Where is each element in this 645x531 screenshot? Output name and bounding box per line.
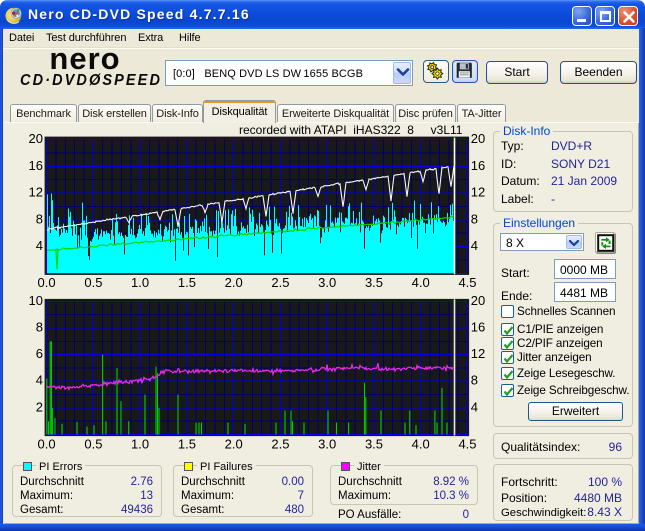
svg-text:12: 12 (29, 185, 43, 200)
svg-text:0.0: 0.0 (38, 275, 56, 290)
svg-text:8: 8 (36, 211, 43, 226)
svg-text:2.5: 2.5 (271, 275, 289, 290)
svg-text:16: 16 (29, 158, 43, 173)
svg-text:3.5: 3.5 (365, 437, 383, 452)
svg-text:16: 16 (471, 319, 485, 334)
svg-text:6: 6 (36, 346, 43, 361)
svg-text:4.5: 4.5 (458, 437, 476, 452)
svg-text:4: 4 (36, 238, 43, 253)
svg-text:2.5: 2.5 (271, 437, 289, 452)
svg-text:0.5: 0.5 (84, 437, 102, 452)
svg-text:0.5: 0.5 (84, 275, 102, 290)
svg-text:3.0: 3.0 (318, 437, 336, 452)
svg-text:20: 20 (471, 131, 485, 146)
svg-text:16: 16 (471, 158, 485, 173)
svg-text:3.5: 3.5 (365, 275, 383, 290)
svg-text:4.5: 4.5 (458, 275, 476, 290)
svg-text:2: 2 (36, 399, 43, 414)
svg-text:0.0: 0.0 (38, 437, 56, 452)
svg-text:4.0: 4.0 (412, 437, 430, 452)
svg-text:8: 8 (471, 211, 478, 226)
svg-text:10: 10 (29, 293, 43, 308)
svg-text:4: 4 (471, 399, 478, 414)
svg-text:2.0: 2.0 (225, 437, 243, 452)
svg-text:12: 12 (471, 185, 485, 200)
svg-text:8: 8 (36, 319, 43, 334)
svg-text:4: 4 (36, 373, 43, 388)
svg-text:4.0: 4.0 (412, 275, 430, 290)
svg-text:1.0: 1.0 (131, 437, 149, 452)
svg-text:1.5: 1.5 (178, 275, 196, 290)
svg-text:3.0: 3.0 (318, 275, 336, 290)
svg-text:8: 8 (471, 373, 478, 388)
svg-text:2.0: 2.0 (225, 275, 243, 290)
svg-text:recorded with ATAPI iHAS322: recorded with ATAPI iHAS322 8 v3L11 (239, 123, 463, 137)
svg-text:4: 4 (471, 238, 478, 253)
svg-text:20: 20 (29, 131, 43, 146)
svg-text:20: 20 (471, 293, 485, 308)
svg-text:12: 12 (471, 346, 485, 361)
svg-text:1.5: 1.5 (178, 437, 196, 452)
svg-text:1.0: 1.0 (131, 275, 149, 290)
